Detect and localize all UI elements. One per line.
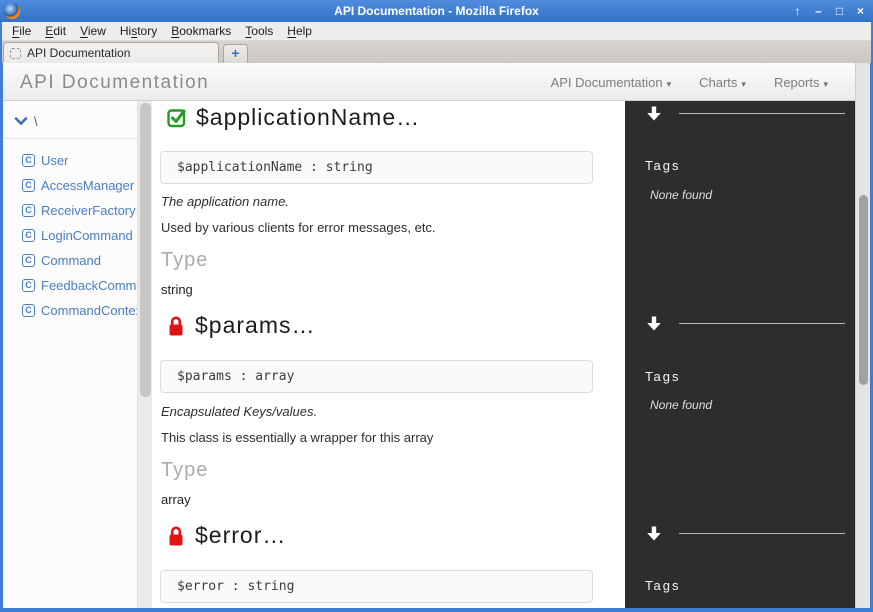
property-docs: $applicationName… $applicationName : str… xyxy=(152,101,625,608)
menu-history[interactable]: History xyxy=(118,24,159,38)
arrow-down-icon[interactable] xyxy=(645,315,663,332)
namespace-sidebar: \ C User C AccessManager C ReceiverFactory … xyxy=(3,101,137,608)
arrow-down-icon[interactable] xyxy=(645,105,663,122)
class-icon: C xyxy=(22,179,35,192)
divider xyxy=(679,533,845,534)
class-icon: C xyxy=(22,254,35,267)
tags-heading: Tags xyxy=(645,369,681,384)
tab-label: API Documentation xyxy=(27,46,131,60)
close-icon[interactable]: × xyxy=(854,0,867,22)
browser-window: API Documentation - Mozilla Firefox ↑ – … xyxy=(0,0,873,612)
class-icon: C xyxy=(22,204,35,217)
property-signature: $applicationName : string xyxy=(160,151,593,184)
tags-empty: None found xyxy=(650,188,713,202)
sidebar-item-feedbackcommand[interactable]: CFeedbackCommand xyxy=(3,273,137,298)
sidebar-item-accessmanager[interactable]: C AccessManager xyxy=(3,173,137,198)
tags-panel: Tags None found Tags None found Tags xyxy=(625,101,855,608)
nav-reports[interactable]: Reports ▾ xyxy=(774,75,828,90)
property-name: $params… xyxy=(195,311,316,338)
property-signature: $error : string xyxy=(160,570,593,603)
property-name: $error… xyxy=(195,521,287,548)
maximize-icon[interactable]: □ xyxy=(833,0,846,22)
section-anchor xyxy=(645,105,845,122)
top-nav: API Documentation ▾ Charts ▾ Reports ▾ xyxy=(551,63,828,101)
type-value: array xyxy=(161,492,191,507)
class-icon: C xyxy=(22,304,35,317)
chevron-down-icon xyxy=(14,117,28,126)
sidebar-scrollbar[interactable] xyxy=(137,101,152,608)
sidebar-scrollbar-thumb[interactable] xyxy=(140,103,151,398)
shade-icon[interactable]: ↑ xyxy=(791,0,804,22)
property-signature: $params : array xyxy=(160,360,593,393)
section-anchor xyxy=(645,315,845,332)
sidebar-item-commandcontext[interactable]: C CommandContext xyxy=(3,298,137,323)
tab-strip: API Documentation + xyxy=(2,41,871,63)
protected-lock-icon xyxy=(169,526,183,545)
property-summary: Encapsulated Keys/values. xyxy=(161,404,318,419)
menu-tools[interactable]: Tools xyxy=(243,24,275,38)
namespace-root[interactable]: \ xyxy=(3,101,137,129)
property-description: Used by various clients for error messag… xyxy=(161,220,436,235)
tags-empty: None found xyxy=(650,398,713,412)
favicon-placeholder-icon xyxy=(10,47,21,59)
nav-api-documentation[interactable]: API Documentation ▾ xyxy=(551,75,672,90)
property-heading-applicationname: $applicationName… xyxy=(166,102,420,132)
menu-help[interactable]: Help xyxy=(285,24,314,38)
chevron-down-icon: ▾ xyxy=(666,78,672,89)
property-name: $applicationName… xyxy=(196,103,421,130)
menu-bookmarks[interactable]: Bookmarks xyxy=(169,24,233,38)
section-anchor xyxy=(645,525,845,542)
property-heading-params: $params… xyxy=(166,310,315,340)
menu-view[interactable]: View xyxy=(78,24,108,38)
site-title: API Documentation xyxy=(20,72,210,93)
menubar: File Edit View History Bookmarks Tools H… xyxy=(2,22,871,41)
sidebar-item-command[interactable]: C Command xyxy=(3,248,137,273)
minimize-icon[interactable]: – xyxy=(812,0,825,22)
divider xyxy=(3,138,137,139)
class-icon: C xyxy=(22,154,35,167)
property-summary: The application name. xyxy=(161,194,289,209)
sidebar-item-user[interactable]: C User xyxy=(3,148,137,173)
nav-charts[interactable]: Charts ▾ xyxy=(699,75,746,90)
protected-lock-icon xyxy=(169,316,183,335)
new-tab-button[interactable]: + xyxy=(223,44,248,63)
menu-edit[interactable]: Edit xyxy=(43,24,68,38)
arrow-down-icon[interactable] xyxy=(645,525,663,542)
property-heading-error: $error… xyxy=(166,520,286,550)
page-scrollbar[interactable] xyxy=(855,63,870,608)
class-list: C User C AccessManager C ReceiverFactory CL… xyxy=(3,148,137,323)
page-scrollbar-thumb[interactable] xyxy=(859,195,868,385)
type-value: string xyxy=(161,282,193,297)
chevron-down-icon: ▾ xyxy=(823,78,828,89)
divider xyxy=(679,323,845,324)
tags-heading: Tags xyxy=(645,158,681,173)
menu-file[interactable]: File xyxy=(10,24,33,38)
tags-heading: Tags xyxy=(645,578,681,593)
site-header: API Documentation API Documentation ▾ Cha… xyxy=(3,63,870,101)
class-icon: C xyxy=(22,229,35,242)
firefox-icon xyxy=(4,3,20,19)
namespace-root-label: \ xyxy=(34,114,38,129)
class-icon: C xyxy=(22,279,35,292)
titlebar[interactable]: API Documentation - Mozilla Firefox ↑ – … xyxy=(0,0,873,22)
divider xyxy=(679,113,845,114)
property-description: This class is essentially a wrapper for … xyxy=(161,430,434,445)
type-heading: Type xyxy=(161,459,209,481)
sidebar-item-receiverfactory[interactable]: C ReceiverFactory xyxy=(3,198,137,223)
type-heading: Type xyxy=(161,249,209,271)
public-check-icon xyxy=(167,108,186,127)
tab-api-documentation[interactable]: API Documentation xyxy=(3,42,219,63)
page: API Documentation API Documentation ▾ Cha… xyxy=(3,63,870,608)
sidebar-item-logincommand[interactable]: C LoginCommand xyxy=(3,223,137,248)
window-title: API Documentation - Mozilla Firefox xyxy=(334,4,539,18)
chevron-down-icon: ▾ xyxy=(741,78,746,89)
window-controls: ↑ – □ × xyxy=(791,0,867,22)
